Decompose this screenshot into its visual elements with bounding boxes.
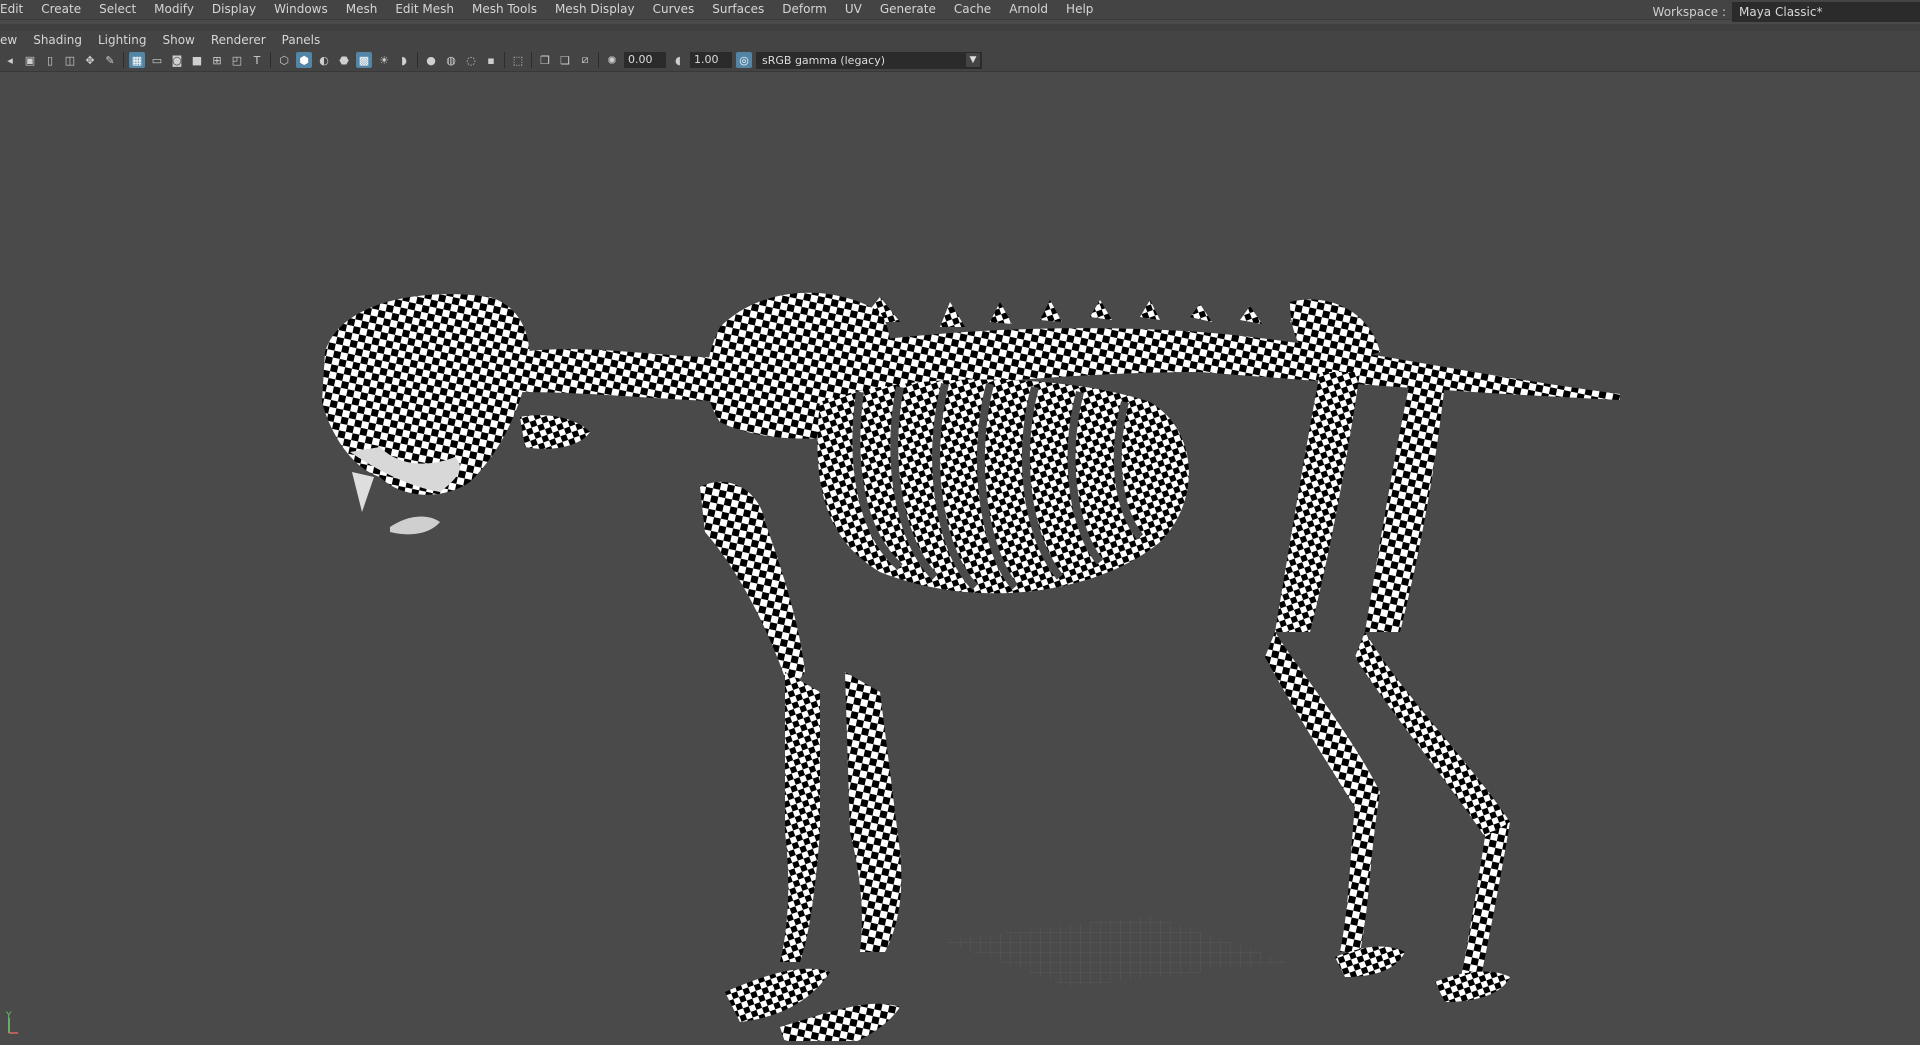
menu-cache[interactable]: Cache [945, 0, 1000, 19]
workspace-selector: Workspace : Maya Classic* [1653, 0, 1920, 24]
ground-grid [940, 915, 1290, 987]
toolbar-separator [123, 52, 124, 68]
menu-uv[interactable]: UV [836, 0, 871, 19]
menu-mesh-display[interactable]: Mesh Display [546, 0, 644, 19]
chevron-down-icon[interactable]: ▼ [966, 52, 980, 67]
image-plane-icon[interactable]: ◫ [62, 52, 78, 68]
xray-icon[interactable]: ❐ [537, 52, 553, 68]
3d-viewport[interactable]: Y [0, 72, 1920, 1045]
workspace-dropdown[interactable]: Maya Classic* [1732, 2, 1920, 22]
bookmark-icon[interactable]: ▯ [42, 52, 58, 68]
menu-surfaces[interactable]: Surfaces [703, 0, 773, 19]
color-management-icon[interactable]: ◎ [736, 52, 752, 68]
grease-pencil-icon[interactable]: ✎ [102, 52, 118, 68]
xray-active-icon[interactable]: ❏ [557, 52, 573, 68]
color-space-dropdown[interactable]: sRGB gamma (legacy) ▼ [756, 51, 982, 69]
color-space-value: sRGB gamma (legacy) [762, 53, 886, 67]
toolbar-separator [417, 52, 418, 68]
menu-arnold[interactable]: Arnold [1000, 0, 1057, 19]
panel-menu-panels[interactable]: Panels [274, 33, 329, 47]
toolbar-separator [270, 52, 271, 68]
depth-of-field-icon[interactable]: ▪ [483, 52, 499, 68]
menu-edit[interactable]: Edit [0, 0, 32, 19]
wireframe-on-shaded-icon[interactable]: ⬣ [336, 52, 352, 68]
panel-menu-lighting[interactable]: Lighting [90, 33, 155, 47]
gamma-input[interactable]: 1.00 [690, 52, 732, 68]
viewport-canvas [322, 292, 1620, 1045]
grid-icon[interactable]: ▦ [129, 52, 145, 68]
hind-leg-mesh [1265, 299, 1510, 1002]
panel-menu-view[interactable]: ew [0, 33, 25, 47]
film-gate-icon[interactable]: ▭ [149, 52, 165, 68]
exposure-input[interactable]: 0.00 [624, 52, 666, 68]
select-camera-icon[interactable]: ◂ [2, 52, 18, 68]
toolbar-separator [504, 52, 505, 68]
safe-action-icon[interactable]: ◰ [229, 52, 245, 68]
resolution-gate-icon[interactable]: ◙ [169, 52, 185, 68]
textured-icon[interactable]: ▩ [356, 52, 372, 68]
panel-menu-shading[interactable]: Shading [25, 33, 90, 47]
menu-generate[interactable]: Generate [871, 0, 945, 19]
menu-select[interactable]: Select [90, 0, 145, 19]
menu-help[interactable]: Help [1057, 0, 1102, 19]
panel-menu-renderer[interactable]: Renderer [203, 33, 274, 47]
default-material-icon[interactable]: ◐ [316, 52, 332, 68]
menu-modify[interactable]: Modify [145, 0, 203, 19]
menu-display[interactable]: Display [203, 0, 265, 19]
isolate-select-icon[interactable]: ⬚ [510, 52, 526, 68]
motion-blur-icon[interactable]: ◍ [443, 52, 459, 68]
menu-mesh[interactable]: Mesh [337, 0, 387, 19]
viewport-toolbar: ◂ ▣ ▯ ◫ ✥ ✎ ▦ ▭ ◙ ■ ⊞ ◰ T ⬡ ⬢ ◐ ⬣ ▩ ☀ ◗ … [0, 49, 1920, 72]
toolbar-separator [531, 52, 532, 68]
gate-mask-icon[interactable]: ■ [189, 52, 205, 68]
two-d-pan-icon[interactable]: ✥ [82, 52, 98, 68]
menu-deform[interactable]: Deform [773, 0, 836, 19]
axis-y-label: Y [6, 1011, 12, 1021]
exposure-icon[interactable]: ✺ [604, 52, 620, 68]
wireframe-icon[interactable]: ⬡ [276, 52, 292, 68]
toolbar-separator [598, 52, 599, 68]
menu-curves[interactable]: Curves [644, 0, 704, 19]
smooth-shade-icon[interactable]: ⬢ [296, 52, 312, 68]
safe-title-icon[interactable]: T [249, 52, 265, 68]
shadows-icon[interactable]: ◗ [396, 52, 412, 68]
anti-aliasing-icon[interactable]: ◌ [463, 52, 479, 68]
gamma-icon[interactable]: ◖ [670, 52, 686, 68]
main-menubar: Edit Create Select Modify Display Window… [0, 0, 1920, 20]
xray-joints-icon[interactable]: ⧄ [577, 52, 593, 68]
use-all-lights-icon[interactable]: ☀ [376, 52, 392, 68]
ambient-occlusion-icon[interactable]: ● [423, 52, 439, 68]
menu-windows[interactable]: Windows [265, 0, 337, 19]
camera-attributes-icon[interactable]: ▣ [22, 52, 38, 68]
workspace-label: Workspace : [1652, 5, 1726, 19]
panel-menu-show[interactable]: Show [154, 33, 202, 47]
field-chart-icon[interactable]: ⊞ [209, 52, 225, 68]
skull-mesh [322, 294, 590, 535]
menu-mesh-tools[interactable]: Mesh Tools [463, 0, 546, 19]
menu-edit-mesh[interactable]: Edit Mesh [386, 0, 463, 19]
menu-create[interactable]: Create [32, 0, 90, 19]
panel-menubar: ew Shading Lighting Show Renderer Panels [0, 31, 1920, 49]
axis-gizmo: Y [4, 1011, 22, 1035]
